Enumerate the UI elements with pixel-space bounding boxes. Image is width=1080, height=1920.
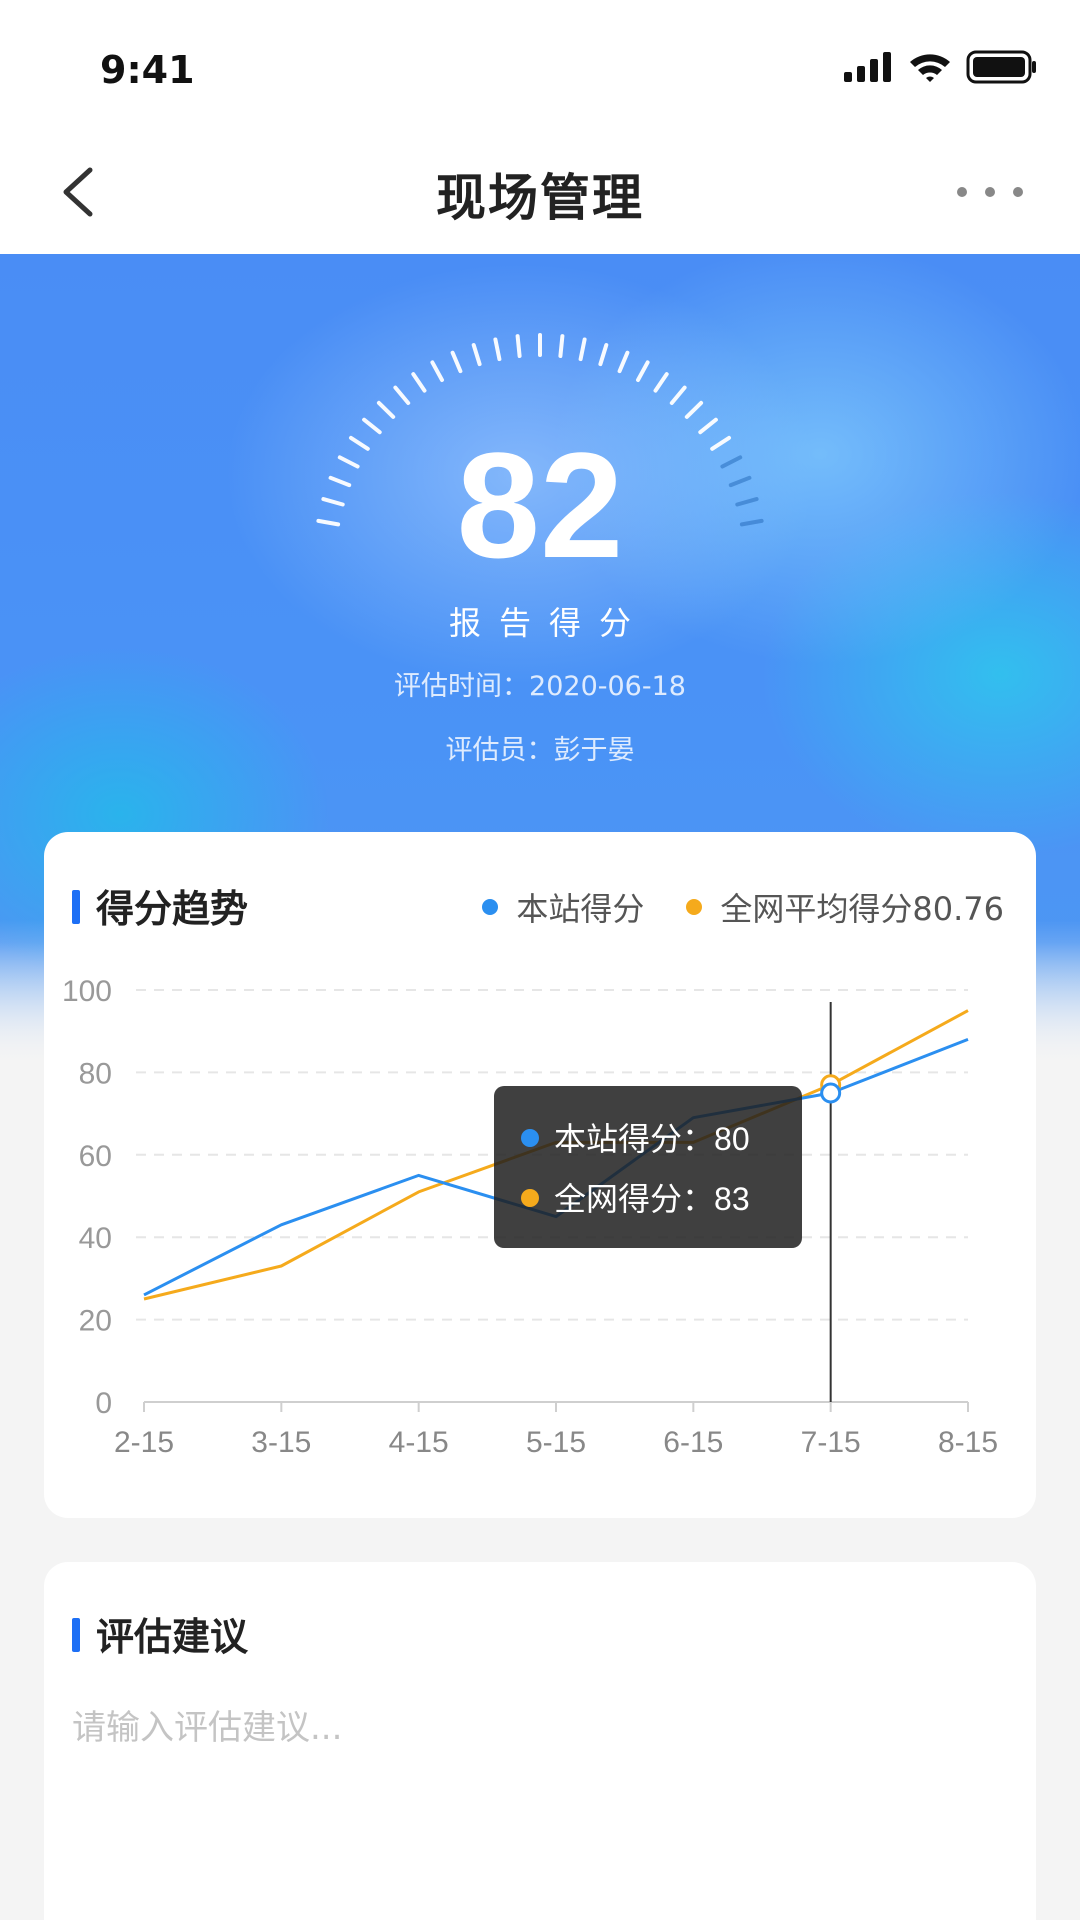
x-tick-label: 7-15: [801, 1426, 861, 1459]
score-trend-chart[interactable]: 0 20 40 60 80 100 2-15 3-15 4-15 5-15 6-15 7-15 8-15…: [44, 832, 1036, 1518]
x-tick-label: 8-15: [938, 1426, 998, 1459]
battery-icon: [966, 50, 1036, 84]
tooltip-label: 全网得分：: [554, 1180, 714, 1218]
gauge-tick: [598, 343, 609, 367]
gauge-tick: [393, 385, 411, 405]
y-tick-label: 20: [79, 1305, 112, 1338]
status-time: 9:41: [100, 48, 195, 92]
tooltip-background: [494, 1086, 802, 1248]
gauge-tick: [430, 360, 444, 382]
gauge-tick: [653, 372, 669, 393]
highlight-point: [820, 1082, 842, 1104]
score-trend-card: 得分趋势 本站得分 全网平均得分80.76 0 20 40 60 80 100 2-15 3-…: [44, 832, 1036, 1518]
gauge-tick: [684, 400, 704, 419]
gauge-tick: [617, 350, 630, 374]
evaluator: 评估员：彭于晏: [445, 735, 635, 766]
gauge-tick: [578, 337, 587, 362]
gauge-tick: [515, 334, 522, 358]
navigation-bar: 现场管理: [0, 130, 1080, 254]
gauge-tick: [493, 337, 502, 362]
gauge-tick: [471, 343, 482, 367]
wifi-icon: [910, 54, 950, 82]
tooltip-value: 83: [714, 1181, 750, 1217]
title-accent-bar: [72, 1618, 80, 1652]
x-tick-label: 2-15: [114, 1426, 174, 1459]
gauge-tick: [411, 372, 427, 393]
status-bar: 9:41: [0, 0, 1080, 130]
gauge-tick: [669, 385, 687, 405]
more-options-icon[interactable]: [952, 174, 1028, 210]
tooltip-label: 本站得分：: [554, 1120, 714, 1158]
x-tick-label: 4-15: [389, 1426, 449, 1459]
tooltip-row: 全网得分：83: [554, 1180, 750, 1218]
status-icons: [844, 50, 1038, 84]
y-tick-label: 100: [62, 975, 112, 1008]
x-tick-label: 6-15: [663, 1426, 723, 1459]
evaluation-advice-card: 评估建议: [44, 1562, 1036, 1920]
tooltip-dot: [521, 1189, 539, 1207]
gauge-tick: [450, 350, 463, 374]
gauge-tick: [558, 334, 565, 358]
y-tick-label: 80: [79, 1057, 112, 1090]
evaluation-advice-title: 评估建议: [96, 1615, 249, 1659]
y-tick-label: 40: [79, 1222, 112, 1255]
evaluation-advice-input[interactable]: [72, 1700, 1002, 1920]
cellular-signal-icon: [844, 52, 891, 82]
report-score: 82: [456, 421, 624, 589]
tooltip-value: 80: [714, 1121, 750, 1157]
evaluation-time: 评估时间：2020-06-18: [394, 671, 686, 702]
y-tick-label: 60: [79, 1140, 112, 1173]
tooltip-dot: [521, 1129, 539, 1147]
y-tick-label: 0: [95, 1387, 112, 1420]
score-label: 报告得分: [448, 604, 649, 642]
chart-tooltip: 本站得分：80全网得分：83: [494, 1086, 802, 1248]
gauge-tick: [636, 360, 650, 382]
page-title: 现场管理: [436, 169, 644, 227]
x-tick-label: 3-15: [251, 1426, 311, 1459]
x-tick-label: 5-15: [526, 1426, 586, 1459]
tooltip-row: 本站得分：80: [554, 1120, 750, 1158]
gauge-tick: [376, 400, 396, 419]
